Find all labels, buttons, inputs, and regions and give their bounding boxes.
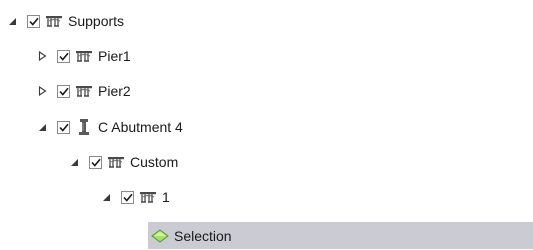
support-structure-icon bbox=[75, 83, 93, 99]
tree-node-label: Supports bbox=[68, 13, 125, 29]
checkbox-pier2[interactable] bbox=[57, 84, 70, 98]
support-structure-icon bbox=[75, 48, 93, 64]
tree-node-c-abutment-4[interactable]: C Abutment 4 bbox=[36, 113, 183, 141]
expanded-arrow-icon[interactable] bbox=[68, 156, 80, 168]
expanded-arrow-icon[interactable] bbox=[36, 121, 48, 133]
expanded-arrow-icon[interactable] bbox=[100, 191, 112, 203]
support-structure-icon bbox=[139, 189, 157, 205]
abutment-icon bbox=[75, 119, 93, 135]
tree-node-label: Custom bbox=[130, 154, 179, 170]
support-structure-icon bbox=[45, 13, 63, 29]
collapsed-arrow-icon[interactable] bbox=[36, 85, 48, 97]
tree-node-label: 1 bbox=[162, 189, 170, 205]
tree-view: Supports Pier1 Pier2 C Abutment 4 Custom… bbox=[0, 0, 533, 249]
checkbox-pier1[interactable] bbox=[57, 49, 70, 63]
tree-node-label: Pier1 bbox=[98, 48, 131, 64]
tree-node-pier1[interactable]: Pier1 bbox=[36, 42, 131, 70]
tree-node-label: Pier2 bbox=[98, 83, 131, 99]
checkbox-c-abutment-4[interactable] bbox=[57, 120, 70, 134]
collapsed-arrow-icon[interactable] bbox=[36, 50, 48, 62]
checkbox-supports[interactable] bbox=[27, 14, 40, 28]
support-structure-icon bbox=[107, 154, 125, 170]
tree-node-label: C Abutment 4 bbox=[98, 119, 183, 135]
selection-diamond-icon bbox=[151, 228, 169, 244]
tree-node-label: Selection bbox=[174, 227, 232, 244]
checkbox-1[interactable] bbox=[121, 190, 134, 204]
tree-node-selection[interactable]: Selection bbox=[148, 222, 533, 249]
tree-node-pier2[interactable]: Pier2 bbox=[36, 77, 131, 105]
tree-node-supports[interactable]: Supports bbox=[6, 7, 124, 35]
tree-node-custom[interactable]: Custom bbox=[68, 148, 178, 176]
tree-node-1[interactable]: 1 bbox=[100, 183, 170, 211]
checkbox-custom[interactable] bbox=[89, 155, 102, 169]
expanded-arrow-icon[interactable] bbox=[6, 15, 18, 27]
